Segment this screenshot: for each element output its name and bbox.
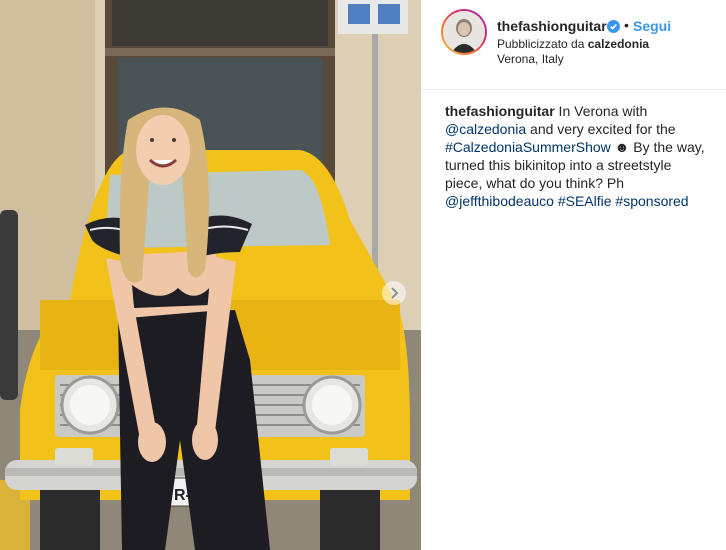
separator-dot: • — [624, 17, 629, 33]
hashtag-link[interactable]: #CalzedoniaSummerShow — [445, 139, 611, 155]
sponsored-prefix: Pubblicizzato da — [497, 37, 585, 51]
hashtag-link[interactable]: #SEAlfie — [558, 193, 612, 209]
ball-emoji: ☻ — [614, 139, 630, 155]
mention-link[interactable]: @calzedonia — [445, 121, 526, 137]
caption-text: and very excited for the — [526, 121, 676, 137]
post-caption: thefashionguitar In Verona with @calzedo… — [445, 102, 707, 210]
username-link[interactable]: thefashionguitar — [497, 18, 607, 34]
street-photo-image: R-78 — [0, 0, 421, 550]
hashtag-link[interactable]: #sponsored — [615, 193, 688, 209]
caption-text: In Verona with — [554, 103, 648, 119]
avatar-image — [443, 11, 485, 53]
follow-button[interactable]: Segui — [633, 18, 671, 34]
header-divider — [421, 89, 726, 90]
post-side-panel: thefashionguitar • Segui Pubblicizzato d… — [421, 0, 726, 550]
avatar[interactable] — [441, 9, 487, 55]
post-photo[interactable]: R-78 — [0, 0, 421, 550]
sponsored-by-line: Pubblicizzato da calzedonia — [497, 37, 649, 51]
next-photo-button[interactable] — [382, 281, 406, 305]
verified-badge-icon — [607, 20, 620, 33]
sponsor-link[interactable]: calzedonia — [588, 37, 649, 51]
location-link[interactable]: Verona, Italy — [497, 52, 564, 66]
chevron-right-icon — [391, 287, 399, 299]
caption-username-link[interactable]: thefashionguitar — [445, 103, 555, 119]
post-header: thefashionguitar • Segui Pubblicizzato d… — [421, 0, 726, 90]
mention-link[interactable]: @jeffthibodeauco — [445, 193, 554, 209]
